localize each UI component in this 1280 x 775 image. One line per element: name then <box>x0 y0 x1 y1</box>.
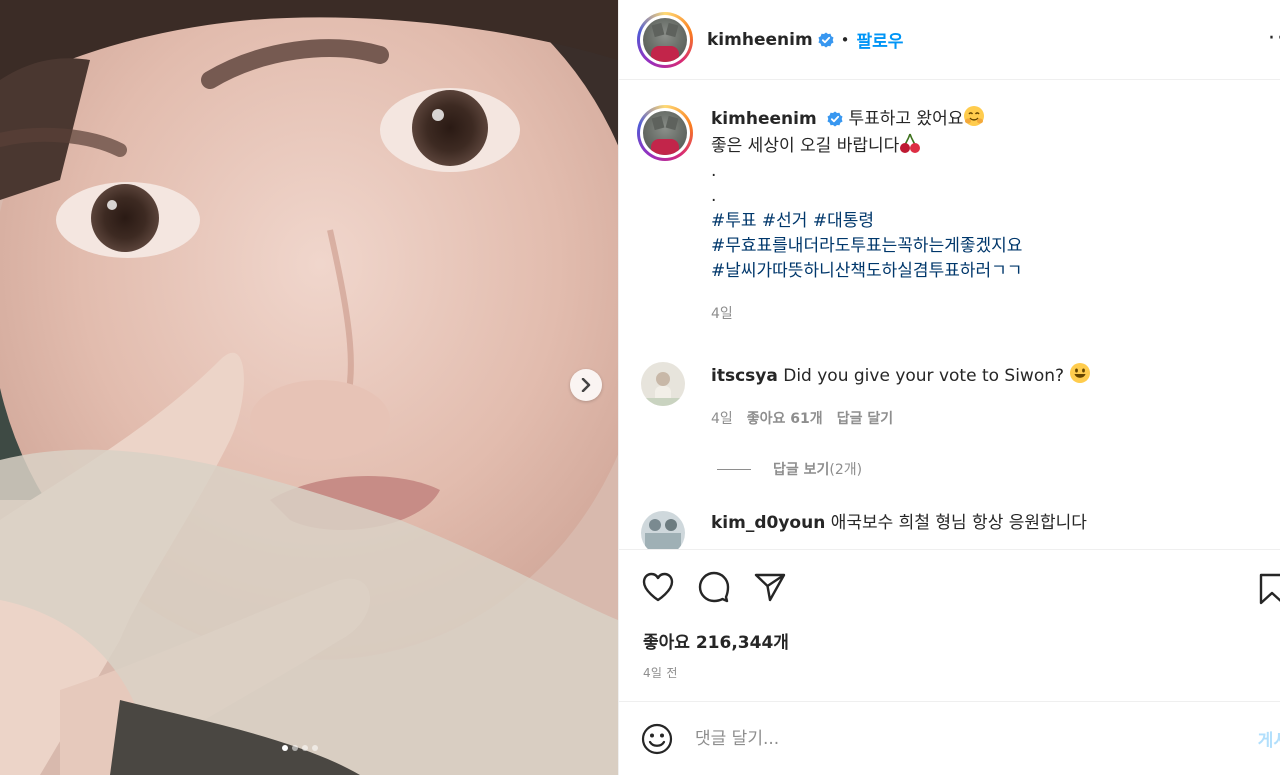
slide-dot <box>312 745 318 751</box>
slide-indicator <box>282 745 318 751</box>
paper-plane-icon <box>754 573 786 602</box>
view-replies-button[interactable]: 답글 보기 (2개) <box>717 459 862 479</box>
follow-button[interactable]: 팔로우 <box>857 27 904 52</box>
comment-item: itscsya Did you give your vote to Siwon?… <box>641 362 1091 428</box>
comment-text: Did you give your vote to Siwon? <box>783 366 1065 386</box>
hashtag-line[interactable]: #무효표를내더라도투표는꼭하는게좋겠지요 <box>711 234 1131 259</box>
slide-dot <box>282 745 288 751</box>
heart-icon <box>642 572 674 602</box>
post-actions: 좋아요 216,344개 4일 전 <box>619 549 1280 701</box>
share-button[interactable] <box>753 570 787 604</box>
hugging-face-icon <box>964 106 985 126</box>
caption-line2: 좋은 세상이 오길 바랍니다 <box>711 136 900 156</box>
author-username[interactable]: kimheenim <box>707 30 813 50</box>
post-photo <box>0 0 618 775</box>
caption-dot: . <box>711 161 717 181</box>
post-timestamp[interactable]: 4일 전 <box>643 664 678 681</box>
comment-button[interactable] <box>697 570 731 604</box>
comment-text: 애국보수 희철 형님 항상 응원합니다 <box>830 513 1087 533</box>
more-options-button[interactable]: ·· <box>1268 26 1280 51</box>
grinning-face-icon <box>1070 363 1091 383</box>
divider <box>717 468 751 470</box>
caption-line1: 투표하고 왔어요 <box>848 109 964 129</box>
slide-dot <box>292 745 298 751</box>
author-avatar[interactable] <box>637 105 693 161</box>
comments-list[interactable]: kimheenim 투표하고 왔어요 좋은 세상이 오길 바랍니다 . . #투… <box>619 81 1280 549</box>
save-button[interactable] <box>1255 572 1280 606</box>
hashtag-line[interactable]: #날씨가따뜻하니산책도하실겸투표하러ㄱㄱ <box>711 259 1131 284</box>
comment-item: kim_d0youn 애국보수 희철 형님 항상 응원합니다 <box>641 511 1087 549</box>
post-comment-button[interactable]: 게시 <box>1258 726 1280 751</box>
verified-badge-icon <box>818 32 834 47</box>
commenter-username[interactable]: kim_d0youn <box>711 513 825 533</box>
caption-username[interactable]: kimheenim <box>711 109 817 129</box>
post-panel: kimheenim • 팔로우 ·· kimheenim 투표하고 왔어요 좋은… <box>618 0 1280 775</box>
caption-dot: . <box>711 186 717 206</box>
comment-time[interactable]: 4일 <box>711 408 733 428</box>
view-replies-count: (2개) <box>829 462 863 478</box>
comment-likes[interactable]: 좋아요 61개 <box>747 408 823 428</box>
like-button[interactable] <box>641 570 675 604</box>
next-slide-button[interactable] <box>570 369 602 401</box>
commenter-username[interactable]: itscsya <box>711 366 778 386</box>
view-replies-label: 답글 보기 <box>773 462 830 478</box>
separator: • <box>840 30 850 49</box>
post-media[interactable] <box>0 0 618 775</box>
comment-input[interactable] <box>695 728 1175 749</box>
chevron-right-icon <box>581 378 591 392</box>
caption-time[interactable]: 4일 <box>711 302 1131 327</box>
bookmark-icon <box>1259 573 1280 605</box>
verified-badge-icon <box>827 111 843 127</box>
hashtag-line[interactable]: #투표 #선거 #대통령 <box>711 209 1131 234</box>
post-header: kimheenim • 팔로우 ·· <box>619 0 1280 80</box>
commenter-avatar[interactable] <box>641 511 685 549</box>
reply-button[interactable]: 답글 달기 <box>837 408 893 428</box>
likes-count[interactable]: 좋아요 216,344개 <box>643 628 789 653</box>
slide-dot <box>302 745 308 751</box>
add-comment-bar: 게시 <box>619 701 1280 775</box>
cherries-icon <box>900 133 921 153</box>
emoji-picker-icon[interactable] <box>641 723 673 755</box>
commenter-avatar[interactable] <box>641 362 685 406</box>
speech-bubble-icon <box>698 571 730 603</box>
caption: kimheenim 투표하고 왔어요 좋은 세상이 오길 바랍니다 . . #투… <box>637 105 1131 327</box>
author-avatar[interactable] <box>637 11 693 68</box>
